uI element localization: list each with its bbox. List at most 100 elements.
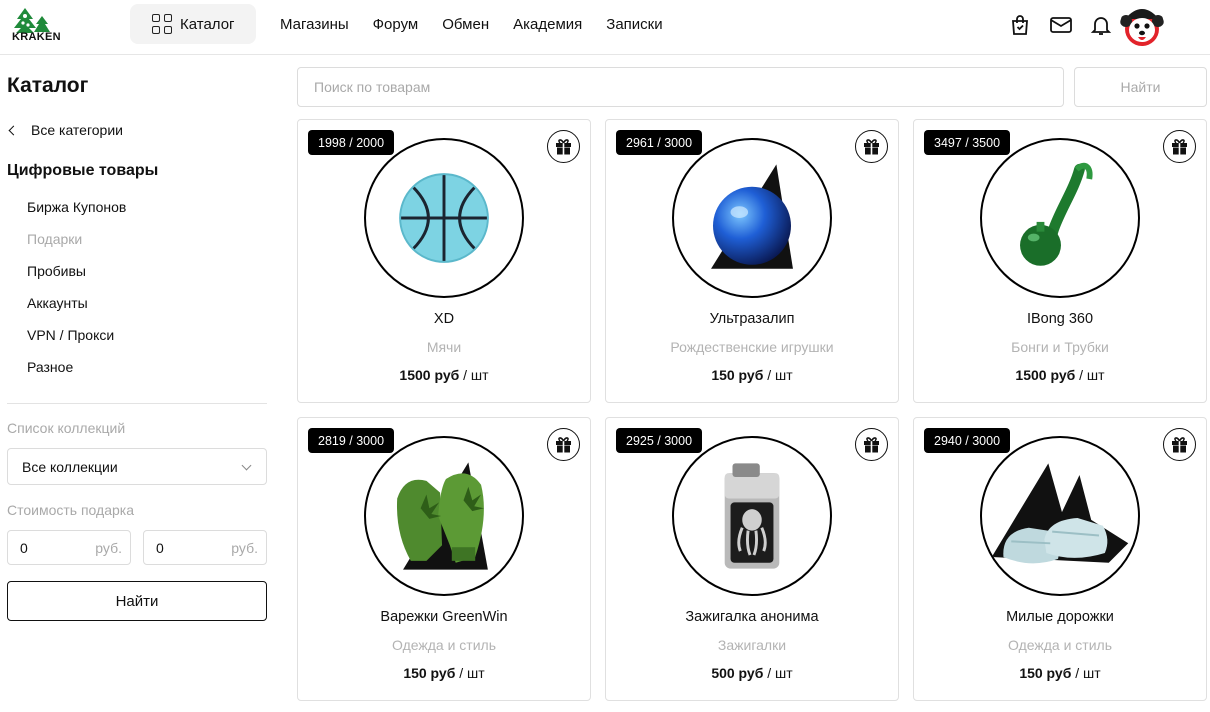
- category-item[interactable]: VPN / Прокси: [27, 327, 126, 359]
- product-category: Мячи: [426, 339, 462, 355]
- catalog-button[interactable]: Каталог: [130, 4, 256, 44]
- gift-button[interactable]: [547, 130, 580, 163]
- price-value: 150 руб: [711, 367, 764, 383]
- gift-button[interactable]: [1163, 130, 1196, 163]
- grid-icon: [152, 14, 172, 34]
- nav-shops[interactable]: Магазины: [280, 16, 349, 33]
- gift-icon: [864, 437, 879, 453]
- price-unit: / шт: [455, 665, 485, 681]
- all-categories-link[interactable]: Все категории: [7, 122, 123, 138]
- category-item-active[interactable]: Подарки: [27, 231, 126, 263]
- category-item[interactable]: Пробивы: [27, 263, 126, 295]
- product-card[interactable]: 2819 / 3000 Варежки GreenWin Одежда и ст…: [297, 417, 591, 701]
- product-image-slippers: [980, 436, 1140, 596]
- chevron-left-icon: [8, 125, 19, 135]
- product-price: 1500 руб / шт: [298, 367, 590, 383]
- gift-button[interactable]: [855, 428, 888, 461]
- product-name: Ультразалип: [709, 311, 795, 327]
- collections-label: Список коллекций: [7, 420, 126, 436]
- product-category: Одежда и стиль: [1008, 637, 1112, 653]
- price-unit: / шт: [1075, 367, 1105, 383]
- all-categories-label: Все категории: [31, 122, 123, 138]
- price-value: 150 руб: [1019, 665, 1072, 681]
- price-from-input[interactable]: 0 руб.: [7, 530, 131, 565]
- product-price: 500 руб / шт: [606, 665, 898, 681]
- nav-exchange[interactable]: Обмен: [442, 16, 489, 33]
- gift-icon: [556, 139, 571, 155]
- price-to-input[interactable]: 0 руб.: [143, 530, 267, 565]
- product-card[interactable]: 3497 / 3500 IBong 360 Бонги и Трубки 150…: [913, 119, 1207, 403]
- price-from-unit: руб.: [95, 540, 122, 556]
- stock-badge: 1998 / 2000: [308, 130, 395, 155]
- product-card[interactable]: 2961 / 3000 Ультразалип Рождественские и…: [605, 119, 899, 403]
- product-name: Варежки GreenWin: [380, 609, 508, 625]
- product-image-green-bong: [980, 138, 1140, 298]
- product-category: Зажигалки: [717, 637, 787, 653]
- nav-forum[interactable]: Форум: [373, 16, 419, 33]
- mail-icon[interactable]: [1049, 13, 1073, 37]
- main-nav: Магазины Форум Обмен Академия Записки: [280, 16, 663, 33]
- gift-icon: [864, 139, 879, 155]
- gift-icon: [1172, 437, 1187, 453]
- product-name: Милые дорожки: [1006, 609, 1114, 625]
- stock-badge: 3497 / 3500: [924, 130, 1011, 155]
- bell-icon[interactable]: [1089, 13, 1113, 37]
- stock-badge: 2940 / 3000: [924, 428, 1011, 453]
- price-unit: / шт: [763, 665, 793, 681]
- product-image-basketball: [364, 138, 524, 298]
- category-item[interactable]: Аккаунты: [27, 295, 126, 327]
- product-category: Одежда и стиль: [392, 637, 496, 653]
- collections-select-value: Все коллекции: [22, 458, 118, 475]
- sidebar-divider: [7, 403, 267, 404]
- price-value: 500 руб: [711, 665, 764, 681]
- price-unit: / шт: [459, 367, 489, 383]
- product-image-green-mittens: [364, 436, 524, 596]
- gift-button[interactable]: [855, 130, 888, 163]
- price-value: 1500 руб: [1015, 367, 1076, 383]
- nav-academy[interactable]: Академия: [513, 16, 582, 33]
- price-to-unit: руб.: [231, 540, 258, 556]
- product-name: IBong 360: [1026, 311, 1094, 327]
- sidebar-title: Каталог: [7, 74, 89, 97]
- product-price: 150 руб / шт: [606, 367, 898, 383]
- product-card[interactable]: 1998 / 2000 XD Мячи 1500 руб / шт: [297, 119, 591, 403]
- gift-icon: [1172, 139, 1187, 155]
- product-image-octopus-lighter: [672, 436, 832, 596]
- chevron-down-icon: [241, 460, 252, 471]
- catalog-button-label: Каталог: [180, 15, 235, 33]
- product-category: Бонги и Трубки: [1011, 339, 1109, 355]
- product-price: 1500 руб / шт: [914, 367, 1206, 383]
- price-to-value: 0: [156, 539, 164, 556]
- price-value: 150 руб: [403, 665, 456, 681]
- nav-notes[interactable]: Записки: [606, 16, 662, 33]
- category-heading: Цифровые товары: [7, 162, 159, 179]
- category-item[interactable]: Биржа Купонов: [27, 199, 126, 231]
- stock-badge: 2961 / 3000: [616, 130, 703, 155]
- product-price: 150 руб / шт: [298, 665, 590, 681]
- product-card[interactable]: 2940 / 3000 Милые дорожки Одежда и стиль…: [913, 417, 1207, 701]
- product-card[interactable]: 2925 / 3000 Зажигалка анонима Зажигалки …: [605, 417, 899, 701]
- price-from-value: 0: [20, 539, 28, 556]
- category-item[interactable]: Разное: [27, 359, 126, 391]
- search-input[interactable]: [297, 67, 1064, 107]
- price-unit: / шт: [1071, 665, 1101, 681]
- price-unit: / шт: [763, 367, 793, 383]
- gift-cost-label: Стоимость подарка: [7, 502, 134, 518]
- top-header: KRAKEN Каталог Магазины Форум Обмен Акад…: [0, 0, 1210, 55]
- user-avatar[interactable]: [1120, 3, 1164, 47]
- product-image-blue-ornament: [672, 138, 832, 298]
- category-list: Биржа Купонов Подарки Пробивы Аккаунты V…: [27, 199, 126, 391]
- gift-button[interactable]: [1163, 428, 1196, 461]
- product-name: XD: [433, 311, 455, 327]
- filter-find-button[interactable]: Найти: [7, 581, 267, 621]
- search-button[interactable]: Найти: [1074, 67, 1207, 107]
- collections-select[interactable]: Все коллекции: [7, 448, 267, 485]
- stock-badge: 2925 / 3000: [616, 428, 703, 453]
- logo-text: KRAKEN: [12, 31, 61, 43]
- product-price: 150 руб / шт: [914, 665, 1206, 681]
- shopping-bag-icon[interactable]: [1008, 13, 1032, 37]
- product-category: Рождественские игрушки: [670, 339, 834, 355]
- stock-badge: 2819 / 3000: [308, 428, 395, 453]
- gift-button[interactable]: [547, 428, 580, 461]
- kraken-logo-icon: [14, 8, 50, 33]
